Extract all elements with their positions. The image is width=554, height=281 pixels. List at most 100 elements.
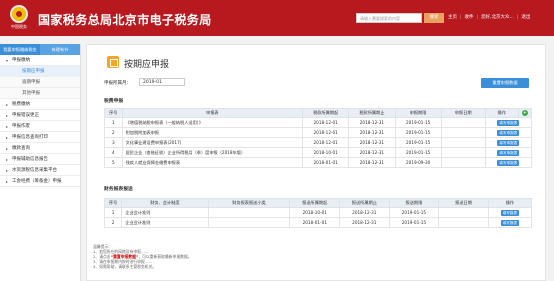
- form-name: 居民企业（查账征收）企业所得税月（季）度申报（2018年版）: [121, 147, 304, 158]
- search-input[interactable]: 请输入需要搜索的内容: [356, 13, 422, 23]
- sidebar-item-label: 申报辅助信息报告: [12, 156, 48, 162]
- sidebar-tabs: 我要申报缴纳税金 有理有节: [0, 44, 80, 55]
- deadline: 2019-01-15: [388, 217, 440, 228]
- tips-notes: 温馨提示： 1、若您所在的网格设有申报…… 2、请点击“重置申报数据”，可以重新…: [93, 244, 533, 269]
- sidebar-item-union-fee[interactable]: ▸ 工会经费（筹备金）申报: [0, 176, 80, 187]
- deadline: 2019-01-15: [388, 207, 440, 218]
- column-header: 序号: [104, 108, 123, 118]
- declare-date: [440, 157, 486, 168]
- sidebar-item-label: 申报缴纳: [12, 57, 30, 63]
- sidebar-item-correction[interactable]: ▸ 申报错误更正: [0, 110, 80, 121]
- sidebar-item-other-declare[interactable]: 其他申报: [0, 88, 80, 99]
- row-index: 1: [104, 117, 123, 128]
- add-icon[interactable]: +: [521, 110, 528, 116]
- sidebar-item-water-tax[interactable]: ▸ 水资源税信息采集平台: [0, 165, 80, 176]
- deadline: 2019-01-15: [394, 137, 442, 148]
- separator: |: [516, 14, 519, 20]
- row-index: 2: [104, 127, 123, 138]
- sidebar-item-query-print[interactable]: ▸ 申报信息查询打印: [0, 132, 80, 143]
- reset-declare-button[interactable]: 重置申报数据: [481, 78, 529, 88]
- deadline: 2019-01-15: [394, 127, 442, 138]
- column-header: 财务报表报送小类: [207, 198, 291, 208]
- period-end: 2018-12-31: [348, 147, 396, 158]
- report-date: [438, 207, 489, 218]
- sidebar-item-void[interactable]: ▸ 申报作废: [0, 121, 80, 132]
- deadline: 2019-01-15: [394, 147, 442, 158]
- row-index: 5: [104, 157, 123, 168]
- row-index: 3: [104, 137, 123, 148]
- sidebar-item-declare-pay[interactable]: ▾ 申报缴纳: [0, 55, 80, 66]
- document-icon: [107, 56, 119, 68]
- separator: |: [476, 14, 479, 20]
- operation-cell: 填写申报表: [484, 127, 533, 138]
- report-subtype: [207, 207, 291, 218]
- table-row: 2 企业会计准则 2018-01-01 2018-12-31 2019-01-1…: [103, 217, 533, 228]
- fill-form-button[interactable]: 填写申报表: [497, 159, 520, 166]
- tax-declare-table: 序号 申报表 税款所属期起 税款所属期止 申报期限 申报日期 操作 + 1 《增…: [104, 108, 533, 168]
- column-header: 操作: [487, 198, 533, 208]
- logout-link[interactable]: 退出: [521, 14, 530, 20]
- sidebar-item-label: 水资源税信息采集平台: [12, 167, 57, 173]
- period-label: 申报所属月：: [104, 81, 131, 86]
- column-header: 税款所属期止: [348, 108, 396, 118]
- row-index: 2: [103, 217, 123, 228]
- fill-form-button[interactable]: 填写申报表: [497, 129, 520, 136]
- column-header: 报送期限: [388, 198, 440, 208]
- user-link[interactable]: 您好,北京大众...: [481, 14, 514, 20]
- fill-form-button[interactable]: 填写申报表: [497, 139, 520, 146]
- home-link[interactable]: 主页: [448, 14, 457, 20]
- page-title: 按期应申报: [124, 60, 170, 70]
- tab-declare[interactable]: 我要申报缴纳税金: [0, 44, 40, 55]
- inbox-link[interactable]: 收件: [465, 14, 474, 20]
- period-start: 2018-12-01: [302, 127, 350, 138]
- form-name: 文化事业建设费申报表(2017): [121, 137, 304, 148]
- finance-report-table: 序号 财务、会计制度 财务报表报送小类 报送所属期起 报送所属期止 报送期限 报…: [103, 198, 533, 228]
- sidebar-item-overdue-declare[interactable]: 逾期申报: [0, 77, 80, 88]
- declare-date: [440, 117, 486, 128]
- separator: |: [460, 14, 462, 20]
- add-column: +: [517, 108, 533, 118]
- emblem-icon: [10, 5, 28, 23]
- period-start: 2018-12-01: [302, 137, 350, 148]
- operation-cell: 填写申报表: [484, 147, 533, 158]
- tab-other[interactable]: 有理有节: [40, 44, 80, 55]
- operation-cell: 填写申报表: [484, 157, 533, 168]
- operation-cell: 填写申报表: [484, 137, 533, 148]
- operation-cell: 填写申报表: [484, 117, 533, 128]
- fill-form-button[interactable]: 填写申报表: [497, 119, 520, 126]
- sidebar-item-payment-query[interactable]: ▸ 缴款查询: [0, 143, 80, 154]
- period-end: 2018-12-31: [348, 137, 396, 148]
- period-end: 2018-12-31: [348, 157, 396, 168]
- table-header-row: 序号 财务、会计制度 财务报表报送小类 报送所属期起 报送所属期止 报送期限 报…: [103, 198, 533, 208]
- sidebar-item-label: 税费缴纳: [12, 101, 30, 107]
- column-header: 申报日期: [440, 108, 486, 118]
- fill-form-button[interactable]: 填写申报表: [497, 149, 520, 156]
- period-start: 2018-01-01: [302, 157, 350, 168]
- period-input[interactable]: 2019-01: [139, 78, 185, 86]
- fill-report-button[interactable]: 填写报表: [500, 209, 520, 216]
- sidebar-item-label: 申报信息查询打印: [12, 134, 48, 140]
- period-start: 2018-10-01: [302, 147, 350, 158]
- table-row: 5 残疾人就业保障金缴费申报表 2018-01-01 2018-12-31 20…: [104, 157, 533, 168]
- period-start: 2018-10-01: [289, 207, 341, 218]
- notes-line: 4、如需帮助，请联系主管税务机关。: [93, 264, 157, 269]
- sidebar-item-periodic-declare[interactable]: 按期应申报: [0, 66, 80, 77]
- column-header: 序号: [103, 198, 123, 208]
- sidebar-item-label: 申报作废: [12, 123, 30, 129]
- sidebar-item-tax-payment[interactable]: ▸ 税费缴纳: [0, 99, 80, 110]
- operation-cell: 填写报表: [487, 207, 533, 218]
- sidebar-item-aux-report[interactable]: ▸ 申报辅助信息报告: [0, 154, 80, 165]
- table-row: 4 居民企业（查账征收）企业所得税月（季）度申报（2018年版） 2018-10…: [104, 147, 533, 158]
- column-header: 申报期限: [394, 108, 442, 118]
- operation-cell: 填写报表: [487, 217, 533, 228]
- sidebar-item-label: 工会经费（筹备金）申报: [12, 178, 62, 184]
- search-button[interactable]: 搜索: [424, 13, 444, 23]
- period-end: 2018-12-31: [348, 127, 396, 138]
- accounting-system: 企业会计准则: [121, 207, 209, 218]
- fill-report-button[interactable]: 填写报表: [500, 219, 520, 226]
- accounting-system: 企业会计准则: [121, 217, 209, 228]
- column-header: 财务、会计制度: [121, 198, 209, 208]
- column-header: 报送所属期止: [339, 198, 390, 208]
- row-index: 1: [103, 207, 123, 218]
- deadline: 2019-09-30: [394, 157, 442, 168]
